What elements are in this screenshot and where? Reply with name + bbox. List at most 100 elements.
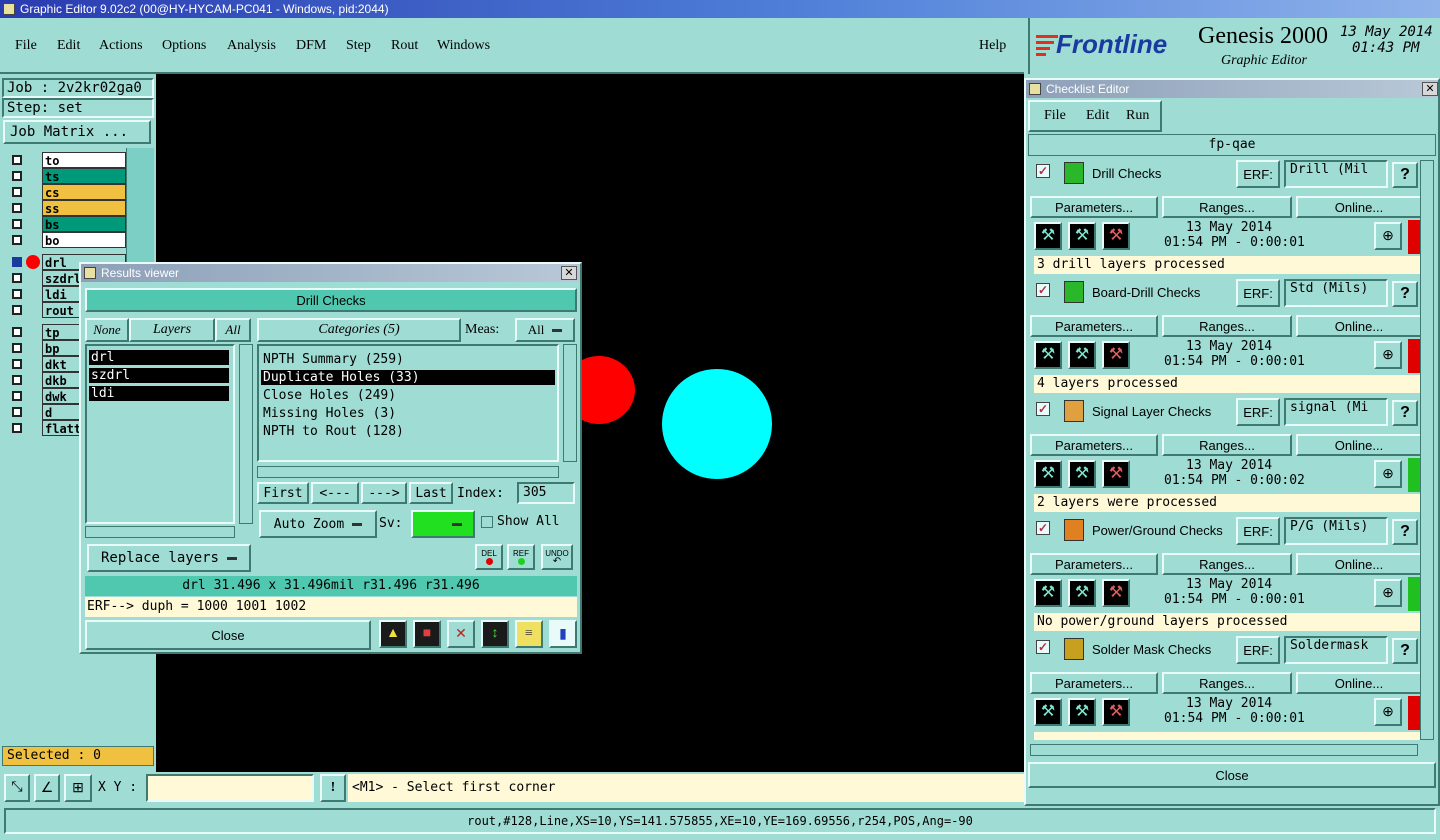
- ranges-button[interactable]: Ranges...: [1162, 196, 1292, 218]
- list-item[interactable]: Close Holes (249): [261, 388, 555, 403]
- no-ref-icon[interactable]: ✕: [447, 620, 475, 648]
- check-enabled-icon[interactable]: ✓: [1036, 402, 1050, 416]
- erf-button[interactable]: ERF:: [1236, 398, 1280, 426]
- layer-row[interactable]: bs: [10, 216, 126, 232]
- erf-value[interactable]: Soldermask: [1284, 636, 1388, 664]
- stop-run-icon[interactable]: ⚒: [1102, 460, 1130, 488]
- flag-icon[interactable]: ▲: [379, 620, 407, 648]
- help-icon[interactable]: ?: [1392, 638, 1418, 664]
- zoom-icon[interactable]: ⊕: [1374, 698, 1402, 726]
- checklist-close-icon[interactable]: ✕: [1422, 82, 1438, 96]
- layer-checkbox[interactable]: [12, 155, 22, 165]
- layers-vscroll[interactable]: [239, 344, 253, 524]
- help-icon[interactable]: ?: [1392, 281, 1418, 307]
- parameters-button[interactable]: Parameters...: [1030, 434, 1158, 456]
- run-icon[interactable]: ⚒: [1034, 579, 1062, 607]
- run-all-icon[interactable]: ⚒: [1068, 341, 1096, 369]
- del-button[interactable]: DEL: [475, 544, 503, 570]
- layer-row[interactable]: ss: [10, 200, 126, 216]
- online-button[interactable]: Online...: [1296, 315, 1422, 337]
- list-item[interactable]: ldi: [89, 386, 229, 401]
- layer-row[interactable]: ts: [10, 168, 126, 184]
- undo-button[interactable]: UNDO ↶: [541, 544, 573, 570]
- online-button[interactable]: Online...: [1296, 672, 1422, 694]
- index-input[interactable]: 305: [517, 482, 575, 504]
- layers-all-button[interactable]: All: [215, 318, 251, 342]
- stop-run-icon[interactable]: ⚒: [1102, 341, 1130, 369]
- layer-row[interactable]: to: [10, 152, 126, 168]
- run-all-icon[interactable]: ⚒: [1068, 222, 1096, 250]
- zoom-icon[interactable]: ⊕: [1374, 579, 1402, 607]
- job-matrix-button[interactable]: Job Matrix ...: [3, 120, 151, 144]
- results-close-button[interactable]: Close: [85, 620, 371, 650]
- list-item[interactable]: Missing Holes (3): [261, 406, 555, 421]
- help-icon[interactable]: ?: [1392, 519, 1418, 545]
- check-enabled-icon[interactable]: ✓: [1036, 640, 1050, 654]
- run-icon[interactable]: ⚒: [1034, 698, 1062, 726]
- erf-button[interactable]: ERF:: [1236, 279, 1280, 307]
- erf-value[interactable]: Drill (Mil: [1284, 160, 1388, 188]
- list-item[interactable]: drl: [89, 350, 229, 365]
- layer-checkbox[interactable]: [12, 423, 22, 433]
- categories-vscroll[interactable]: [563, 344, 577, 462]
- ranges-button[interactable]: Ranges...: [1162, 672, 1292, 694]
- menu-step[interactable]: Step: [346, 38, 371, 54]
- list-item[interactable]: Duplicate Holes (33): [261, 370, 555, 385]
- run-icon[interactable]: ⚒: [1034, 460, 1062, 488]
- layer-checkbox[interactable]: [12, 343, 22, 353]
- layer-checkbox[interactable]: [12, 305, 22, 315]
- ranges-button[interactable]: Ranges...: [1162, 315, 1292, 337]
- layer-checkbox[interactable]: [12, 359, 22, 369]
- help-icon[interactable]: ?: [1392, 400, 1418, 426]
- online-button[interactable]: Online...: [1296, 196, 1422, 218]
- layer-checkbox[interactable]: [12, 391, 22, 401]
- stop-run-icon[interactable]: ⚒: [1102, 579, 1130, 607]
- zoom-box-icon[interactable]: ⤡: [4, 774, 30, 802]
- layer-checkbox[interactable]: [12, 257, 22, 267]
- run-icon[interactable]: ⚒: [1034, 341, 1062, 369]
- report-icon[interactable]: ≡: [515, 620, 543, 648]
- check-enabled-icon[interactable]: ✓: [1036, 164, 1050, 178]
- erf-value[interactable]: P/G (Mils): [1284, 517, 1388, 545]
- parameters-button[interactable]: Parameters...: [1030, 553, 1158, 575]
- sv-color-dropdown[interactable]: [411, 510, 475, 538]
- zoom-icon[interactable]: ⊕: [1374, 222, 1402, 250]
- replace-layers-dropdown[interactable]: Replace layers: [87, 544, 251, 572]
- menu-edit[interactable]: Edit: [57, 38, 80, 54]
- ranges-button[interactable]: Ranges...: [1162, 434, 1292, 456]
- erf-button[interactable]: ERF:: [1236, 160, 1280, 188]
- menu-options[interactable]: Options: [162, 38, 206, 54]
- layer-checkbox[interactable]: [12, 375, 22, 385]
- layer-checkbox[interactable]: [12, 327, 22, 337]
- menu-file[interactable]: File: [15, 38, 37, 54]
- zoom-icon[interactable]: ⊕: [1374, 460, 1402, 488]
- layer-checkbox[interactable]: [12, 407, 22, 417]
- online-button[interactable]: Online...: [1296, 553, 1422, 575]
- run-all-icon[interactable]: ⚒: [1068, 579, 1096, 607]
- erf-value[interactable]: Std (Mils): [1284, 279, 1388, 307]
- snap-grid-icon[interactable]: ⊞: [64, 774, 92, 802]
- menu-help[interactable]: Help: [979, 38, 1006, 54]
- ranges-button[interactable]: Ranges...: [1162, 553, 1292, 575]
- layers-listbox[interactable]: drl szdrl ldi: [85, 344, 235, 524]
- list-item[interactable]: szdrl: [89, 368, 229, 383]
- list-item[interactable]: NPTH Summary (259): [261, 352, 555, 367]
- first-button[interactable]: First: [257, 482, 309, 504]
- parameters-button[interactable]: Parameters...: [1030, 672, 1158, 694]
- next-button[interactable]: --->: [361, 482, 407, 504]
- categories-hscroll[interactable]: [257, 466, 559, 478]
- prev-button[interactable]: <---: [311, 482, 359, 504]
- auto-zoom-dropdown[interactable]: Auto Zoom: [259, 510, 377, 538]
- layer-checkbox[interactable]: [12, 235, 22, 245]
- alert-icon[interactable]: !: [320, 774, 346, 802]
- stop-run-icon[interactable]: ⚒: [1102, 698, 1130, 726]
- erf-button[interactable]: ERF:: [1236, 517, 1280, 545]
- last-button[interactable]: Last: [409, 482, 453, 504]
- run-all-icon[interactable]: ⚒: [1068, 460, 1096, 488]
- checklist-hscroll[interactable]: [1030, 744, 1418, 756]
- online-button[interactable]: Online...: [1296, 434, 1422, 456]
- run-icon[interactable]: ⚒: [1034, 222, 1062, 250]
- step-icon[interactable]: ↕: [481, 620, 509, 648]
- layers-none-button[interactable]: None: [85, 318, 129, 342]
- layer-checkbox[interactable]: [12, 289, 22, 299]
